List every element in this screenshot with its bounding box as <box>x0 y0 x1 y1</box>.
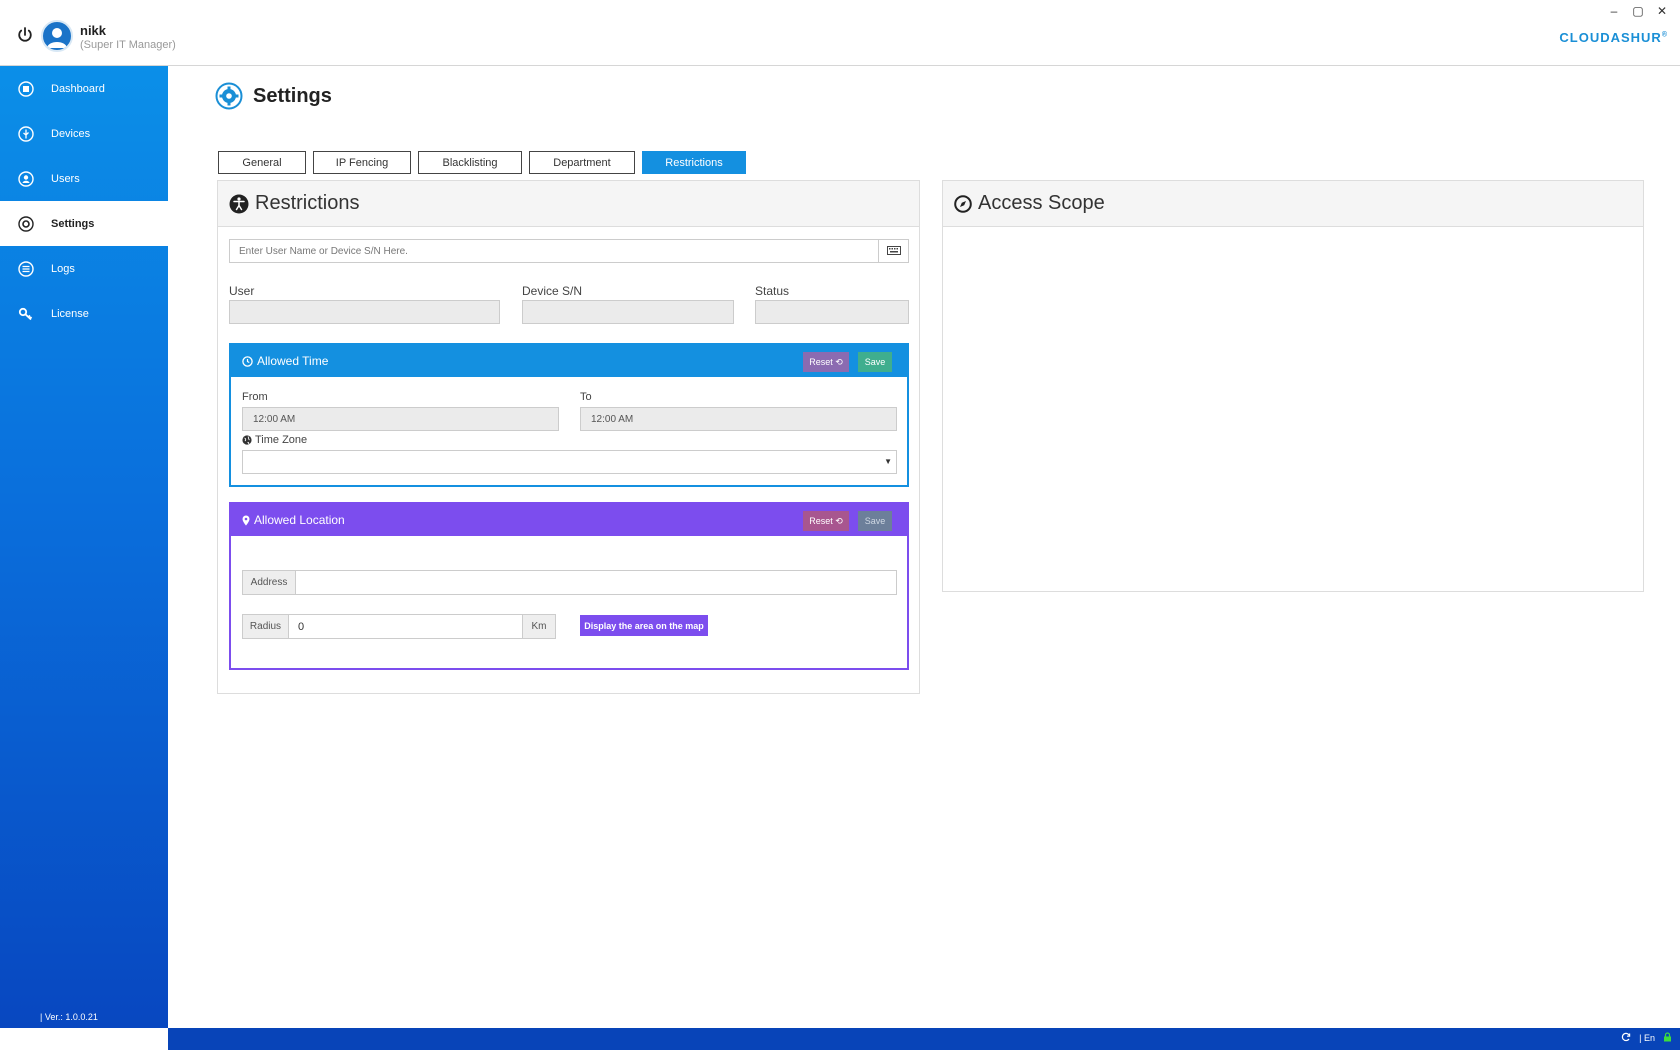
allowed-location-header: Allowed Location Reset ⟲ Save <box>231 504 907 536</box>
brand-logo: CLOUDASHUR® <box>1559 30 1668 45</box>
allowed-time-title: Allowed Time <box>257 354 329 368</box>
clock-icon <box>242 355 253 367</box>
device-sn-label: Device S/N <box>522 284 583 298</box>
settings-gear-icon <box>215 82 243 110</box>
search-input[interactable] <box>229 239 879 263</box>
allowed-location-reset-button[interactable]: Reset ⟲ <box>803 511 849 531</box>
avatar <box>41 20 73 52</box>
tab-department[interactable]: Department <box>529 151 635 174</box>
close-button[interactable]: ✕ <box>1650 2 1674 20</box>
sidebar: Dashboard Devices Users Settings Logs Li… <box>0 66 168 1028</box>
allowed-time-reset-button[interactable]: Reset ⟲ <box>803 352 849 372</box>
settings-tabs: General IP Fencing Blacklisting Departme… <box>218 151 753 174</box>
sidebar-item-label: License <box>51 307 89 320</box>
keyboard-icon <box>886 244 901 258</box>
usb-icon <box>18 125 34 142</box>
radius-input[interactable]: 0 <box>288 614 523 639</box>
refresh-icon[interactable] <box>1621 1032 1631 1044</box>
maximize-button[interactable]: ▢ <box>1626 2 1650 20</box>
restrictions-panel-header: Restrictions <box>218 181 919 227</box>
compass-icon <box>954 194 972 213</box>
timezone-select[interactable]: ▼ <box>242 450 897 474</box>
sidebar-item-license[interactable]: License <box>0 291 168 336</box>
device-sn-field <box>522 300 734 324</box>
undo-icon: ⟲ <box>835 356 843 367</box>
tab-ip-fencing[interactable]: IP Fencing <box>313 151 411 174</box>
sidebar-item-label: Dashboard <box>51 82 105 95</box>
restrictions-title: Restrictions <box>255 192 360 214</box>
from-time-input[interactable]: 12:00 AM <box>242 407 559 431</box>
restrictions-panel: Restrictions User Device S/N Status Allo… <box>217 180 920 694</box>
gear-icon <box>18 215 34 232</box>
language-indicator[interactable]: | En <box>1639 1033 1655 1043</box>
status-indicators: | En <box>1621 1032 1672 1044</box>
sidebar-item-logs[interactable]: Logs <box>0 246 168 291</box>
sidebar-item-dashboard[interactable]: Dashboard <box>0 66 168 111</box>
allowed-location-card: Allowed Location Reset ⟲ Save Address Ra… <box>229 502 909 670</box>
key-icon <box>18 306 34 322</box>
sidebar-item-settings[interactable]: Settings <box>0 201 168 246</box>
address-input[interactable] <box>295 570 897 595</box>
caret-down-icon: ▼ <box>884 457 892 466</box>
timezone-label: Time Zone <box>255 434 308 446</box>
access-scope-panel: Access Scope <box>942 180 1644 592</box>
status-bar: | En <box>168 1028 1680 1050</box>
tab-general[interactable]: General <box>218 151 306 174</box>
sidebar-item-label: Users <box>51 172 80 185</box>
keyboard-button[interactable] <box>879 239 909 263</box>
allowed-time-header: Allowed Time Reset ⟲ Save <box>231 345 907 377</box>
allowed-time-card: Allowed Time Reset ⟲ Save From 12:00 AM … <box>229 343 909 487</box>
power-icon[interactable] <box>16 26 34 44</box>
from-label: From <box>242 391 268 403</box>
access-scope-panel-header: Access Scope <box>943 181 1643 227</box>
user-field <box>229 300 500 324</box>
sidebar-item-label: Logs <box>51 262 75 275</box>
to-time-input[interactable]: 12:00 AM <box>580 407 897 431</box>
timezone-label-row: Time Zone <box>242 434 307 446</box>
address-addon: Address <box>242 570 296 595</box>
version-label: | Ver.: 1.0.0.21 <box>40 1012 98 1022</box>
display-map-button[interactable]: Display the area on the map <box>580 615 708 636</box>
sidebar-item-devices[interactable]: Devices <box>0 111 168 156</box>
allowed-location-title: Allowed Location <box>254 513 345 527</box>
page-header: Settings <box>215 82 332 110</box>
minimize-button[interactable]: – <box>1602 2 1626 20</box>
top-bar: nikk (Super IT Manager) CLOUDASHUR® <box>0 0 1680 66</box>
user-icon <box>18 170 34 187</box>
map-marker-icon <box>242 515 250 526</box>
undo-icon: ⟲ <box>835 515 843 526</box>
allowed-time-save-button[interactable]: Save <box>858 352 892 372</box>
radius-addon: Radius <box>242 614 289 639</box>
tab-blacklisting[interactable]: Blacklisting <box>418 151 522 174</box>
radius-unit-addon: Km <box>522 614 556 639</box>
user-name: nikk <box>80 23 107 38</box>
accessibility-icon <box>229 194 249 214</box>
status-field <box>755 300 909 324</box>
page-title: Settings <box>253 84 332 107</box>
search-row <box>229 239 909 263</box>
list-icon <box>18 260 34 277</box>
tab-restrictions[interactable]: Restrictions <box>642 151 746 174</box>
globe-icon <box>242 435 252 445</box>
sidebar-item-label: Devices <box>51 127 91 140</box>
status-label: Status <box>755 284 790 298</box>
to-label: To <box>580 391 592 403</box>
sidebar-item-users[interactable]: Users <box>0 156 168 201</box>
user-label: User <box>229 284 255 298</box>
allowed-location-save-button[interactable]: Save <box>858 511 892 531</box>
sidebar-item-label: Settings <box>51 217 95 230</box>
lock-icon <box>1663 1032 1672 1044</box>
window-controls: – ▢ ✕ <box>1602 2 1674 20</box>
user-role: (Super IT Manager) <box>80 39 176 51</box>
access-scope-title: Access Scope <box>978 192 1105 214</box>
dashboard-icon <box>18 80 34 97</box>
